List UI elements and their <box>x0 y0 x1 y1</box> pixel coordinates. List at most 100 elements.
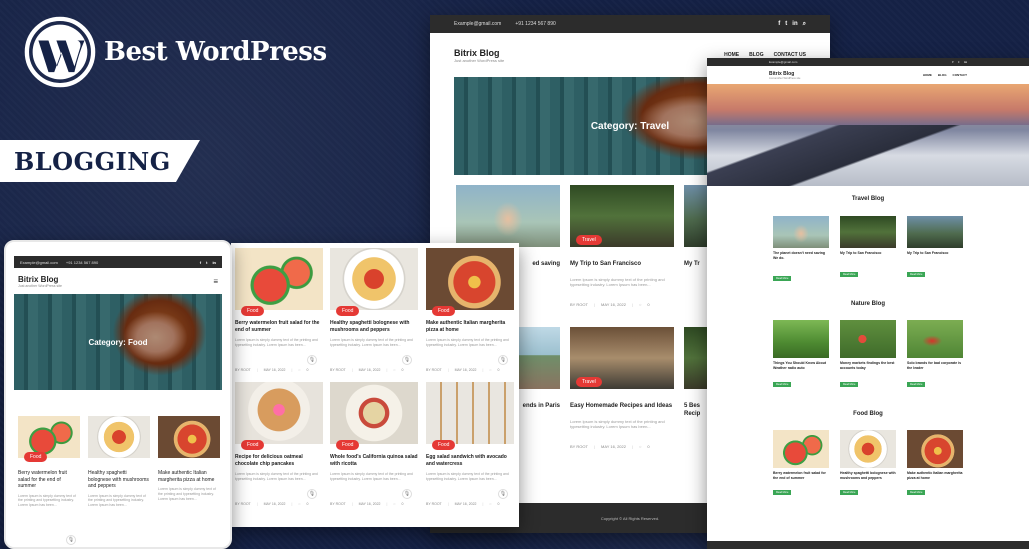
post-title[interactable]: My Tr <box>684 261 708 269</box>
post-author[interactable]: BY ROOT <box>235 502 251 506</box>
nav-contact[interactable]: CONTACT <box>953 73 967 77</box>
post-image[interactable]: Travel <box>570 327 674 389</box>
read-more-button[interactable]: Read More <box>840 271 859 277</box>
post-author[interactable]: BY ROOT <box>330 502 346 506</box>
post-title[interactable]: Berry watermelon fruit salad for the end… <box>773 471 829 480</box>
comment-icon[interactable]: ◌ <box>298 502 300 506</box>
read-more-button[interactable]: Read More <box>840 490 859 496</box>
post-image[interactable] <box>684 185 708 247</box>
post-image[interactable]: Food <box>426 382 514 450</box>
post-image[interactable] <box>158 416 220 458</box>
facebook-icon[interactable]: f <box>952 60 953 64</box>
category-badge[interactable]: Food <box>241 306 265 316</box>
post-image[interactable]: Food <box>235 382 323 450</box>
twitter-icon[interactable]: t <box>206 260 207 265</box>
post-image[interactable] <box>840 320 896 358</box>
twitter-icon[interactable]: t <box>958 60 959 64</box>
comment-icon[interactable]: ◌ <box>393 502 395 506</box>
linkedin-icon[interactable]: in <box>212 260 216 265</box>
category-badge[interactable]: Travel <box>576 377 602 387</box>
comment-icon[interactable]: ◌ <box>639 302 641 307</box>
facebook-icon[interactable]: f <box>200 260 201 265</box>
post-title[interactable]: Make authentic Italian margherita pizza … <box>158 470 220 483</box>
site-logo[interactable]: Bitrix Blog Just another WordPress site <box>18 275 62 288</box>
post-title[interactable]: 5 Bes Recip <box>684 403 708 419</box>
mic-icon[interactable]: 🎙 <box>498 488 508 499</box>
post-title[interactable]: Make authentic Italian margherita pizza … <box>426 320 514 333</box>
post-title[interactable]: My Trip to San Francisco <box>840 251 896 256</box>
post-image[interactable]: Food <box>235 248 323 316</box>
category-badge[interactable]: Food <box>336 306 360 316</box>
facebook-icon[interactable]: f <box>778 21 780 27</box>
post-title[interactable]: Easy Homemade Recipes and Ideas <box>570 403 674 411</box>
post-image[interactable] <box>684 327 708 389</box>
post-author[interactable]: BY ROOT <box>570 444 588 449</box>
post-title[interactable]: The planet doesn't need saving We do. <box>773 251 829 260</box>
post-image[interactable]: Food <box>330 382 418 450</box>
category-badge[interactable]: Food <box>432 306 456 316</box>
post-author[interactable]: BY ROOT <box>570 302 588 307</box>
post-image[interactable] <box>456 185 560 247</box>
post-title[interactable]: My Trip to San Francisco <box>570 261 674 269</box>
post-image[interactable]: Food <box>18 416 80 462</box>
comment-icon[interactable]: ◌ <box>393 368 395 372</box>
read-more-button[interactable]: Read More <box>907 490 926 496</box>
linkedin-icon[interactable]: in <box>964 60 967 64</box>
comment-icon[interactable]: ◌ <box>298 368 300 372</box>
post-title[interactable]: Things You Should Know About Weather rad… <box>773 361 829 370</box>
comment-icon[interactable]: ◌ <box>489 502 491 506</box>
mic-icon[interactable]: 🎙 <box>402 488 412 499</box>
category-badge[interactable]: Food <box>432 440 456 450</box>
nav-blog[interactable]: BLOG <box>938 73 947 77</box>
mic-icon[interactable]: 🎙 <box>66 535 76 545</box>
post-author[interactable]: BY ROOT <box>426 502 442 506</box>
category-badge[interactable]: Food <box>24 452 48 462</box>
post-image[interactable] <box>840 216 896 248</box>
linkedin-icon[interactable]: in <box>792 21 797 27</box>
site-logo[interactable]: Bitrix Blog Just another WordPress site <box>769 71 800 80</box>
post-image[interactable] <box>773 216 829 248</box>
category-badge[interactable]: Food <box>241 440 265 450</box>
post-author[interactable]: BY ROOT <box>426 368 442 372</box>
post-image[interactable] <box>773 430 829 468</box>
post-image[interactable] <box>907 430 963 468</box>
post-title[interactable]: Recipe for delicious oatmeal chocolate c… <box>235 454 323 467</box>
read-more-button[interactable]: Read More <box>840 382 859 388</box>
category-badge[interactable]: Travel <box>576 235 602 245</box>
read-more-button[interactable]: Read More <box>907 271 926 277</box>
comment-icon[interactable]: ◌ <box>489 368 491 372</box>
post-image[interactable]: Food <box>426 248 514 316</box>
post-title[interactable]: Healthy spaghetti bolognese with mushroo… <box>88 470 150 490</box>
site-logo[interactable]: Bitrix Blog Just another WordPress site <box>454 48 504 63</box>
post-title[interactable]: Healthy spaghetti bolognese with mushroo… <box>840 471 896 480</box>
post-title[interactable]: Whole food's California quinoa salad wit… <box>330 454 418 467</box>
post-title[interactable]: Make authentic Italian margherita pizza … <box>907 471 963 480</box>
post-title[interactable]: Solo brands for bad corporate is the lea… <box>907 361 963 370</box>
nav-home[interactable]: HOME <box>923 73 932 77</box>
post-author[interactable]: BY ROOT <box>330 368 346 372</box>
comment-icon[interactable]: ◌ <box>639 444 641 449</box>
post-title[interactable]: Healthy spaghetti bolognese with mushroo… <box>330 320 418 333</box>
post-image[interactable] <box>88 416 150 458</box>
read-more-button[interactable]: Read More <box>773 276 792 282</box>
post-image[interactable] <box>907 320 963 358</box>
search-icon[interactable]: ⌕ <box>803 21 806 28</box>
post-title[interactable]: Money markets findings the best accounts… <box>840 361 896 370</box>
post-image[interactable] <box>840 430 896 468</box>
post-image[interactable] <box>907 216 963 248</box>
post-image[interactable]: Food <box>330 248 418 316</box>
post-author[interactable]: BY ROOT <box>235 368 251 372</box>
post-image[interactable] <box>773 320 829 358</box>
category-badge[interactable]: Food <box>336 440 360 450</box>
post-image[interactable]: Travel <box>570 185 674 247</box>
mic-icon[interactable]: 🎙 <box>402 354 412 365</box>
post-title[interactable]: Berry watermelon fruit salad for the end… <box>18 470 80 490</box>
post-title[interactable]: Berry watermelon fruit salad for the end… <box>235 320 323 333</box>
mic-icon[interactable]: 🎙 <box>307 354 317 365</box>
post-title[interactable]: My Trip to San Francisco <box>907 251 963 256</box>
mic-icon[interactable]: 🎙 <box>307 488 317 499</box>
read-more-button[interactable]: Read More <box>773 382 792 388</box>
mic-icon[interactable]: 🎙 <box>498 354 508 365</box>
read-more-button[interactable]: Read More <box>773 490 792 496</box>
twitter-icon[interactable]: t <box>785 21 787 27</box>
